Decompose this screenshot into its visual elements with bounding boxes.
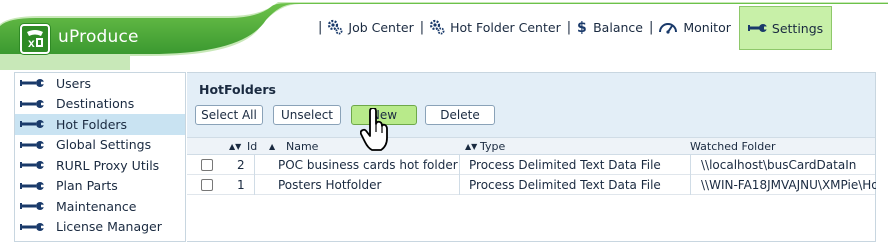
- column-header-watched-folder[interactable]: Watched Folder: [690, 140, 776, 153]
- column-header-name[interactable]: Name: [286, 140, 318, 153]
- hotfolders-panel: HotFolders Select All Unselect New Delet…: [187, 72, 876, 242]
- cell-name: POC business cards hot folder: [278, 158, 458, 172]
- sidebar-item-label: Maintenance: [56, 198, 137, 214]
- cell-watched-folder: \\localhost\busCardDataIn: [701, 158, 857, 172]
- sidebar-item-rurl-proxy-utils[interactable]: RURL Proxy Utils: [15, 155, 185, 176]
- sidebar-item-label: Users: [56, 75, 92, 91]
- nav-settings[interactable]: Settings: [738, 6, 833, 50]
- grid-header: ▲▼ Id ▲ Name ▲▼ Type Watched Folder: [187, 137, 875, 155]
- cell-type: Process Delimited Text Data File: [469, 158, 661, 172]
- wrench-icon: [20, 140, 46, 150]
- wrench-icon: [747, 21, 768, 35]
- sidebar-item-license-manager[interactable]: License Manager: [15, 217, 185, 238]
- nav-hot-folder-center[interactable]: Hot Folder Center: [429, 14, 561, 40]
- nav-balance[interactable]: $ Balance: [576, 14, 643, 40]
- sidebar-item-global-settings[interactable]: Global Settings: [15, 135, 185, 156]
- sidebar-item-maintenance[interactable]: Maintenance: [15, 196, 185, 217]
- settings-sidebar: Users Destinations Hot Folders Global Se…: [14, 72, 186, 242]
- nav-monitor[interactable]: Monitor: [658, 14, 731, 40]
- sidebar-item-label: Hot Folders: [56, 116, 128, 132]
- column-header-type[interactable]: Type: [480, 140, 505, 153]
- nav-job-center[interactable]: Job Center: [327, 14, 414, 40]
- dollar-icon: $: [576, 19, 588, 35]
- delete-button[interactable]: Delete: [425, 105, 495, 125]
- column-divider: [459, 155, 460, 175]
- nav-label: Monitor: [683, 19, 731, 35]
- sidebar-item-label: Global Settings: [56, 137, 152, 153]
- nav-separator: |: [419, 19, 425, 35]
- nav-label: Settings: [771, 20, 824, 36]
- cell-watched-folder: \\WIN-FA18JMVAJNU\XMPie\Hotf: [701, 178, 876, 192]
- wrench-icon: [20, 181, 46, 191]
- wrench-icon: [20, 201, 46, 211]
- nav-separator: |: [648, 19, 654, 35]
- nav-label: Job Center: [348, 19, 414, 35]
- svg-text:$: $: [577, 20, 587, 35]
- cell-name: Posters Hotfolder: [278, 178, 382, 192]
- select-all-button[interactable]: Select All: [195, 105, 263, 125]
- table-row[interactable]: 2 POC business cards hot folder Process …: [187, 155, 875, 175]
- gear-icon: [429, 19, 445, 35]
- column-header-id[interactable]: Id: [247, 140, 257, 153]
- row-checkbox[interactable]: [201, 159, 213, 171]
- sidebar-item-users[interactable]: Users: [15, 73, 185, 94]
- row-checkbox[interactable]: [201, 179, 213, 191]
- app-title: uProduce: [58, 27, 139, 47]
- nav-label: Hot Folder Center: [450, 19, 561, 35]
- column-divider: [459, 175, 460, 195]
- sort-asc-icon[interactable]: ▲: [269, 140, 281, 153]
- wrench-icon: [20, 160, 46, 170]
- cell-id: 1: [237, 178, 245, 192]
- column-divider: [254, 175, 255, 195]
- nav-separator: |: [566, 19, 572, 35]
- column-divider: [254, 155, 255, 175]
- unselect-button[interactable]: Unselect: [273, 105, 341, 125]
- gear-icon: [327, 19, 343, 35]
- top-navigation: | Job Center | Hot Folder Center | $ Bal…: [312, 6, 833, 50]
- panel-header: HotFolders Select All Unselect New Delet…: [187, 73, 875, 137]
- sidebar-item-label: RURL Proxy Utils: [56, 157, 160, 173]
- sidebar-item-label: Destinations: [56, 96, 135, 112]
- hand-pointer-cursor-icon: [360, 108, 388, 151]
- sidebar-item-plan-parts[interactable]: Plan Parts: [15, 176, 185, 197]
- nav-separator: |: [318, 19, 323, 35]
- column-divider: [690, 155, 691, 175]
- column-divider: [690, 175, 691, 195]
- sidebar-item-label: License Manager: [56, 219, 162, 235]
- wrench-icon: [20, 99, 46, 109]
- table-row[interactable]: 1 Posters Hotfolder Process Delimited Te…: [187, 175, 876, 195]
- panel-title: HotFolders: [199, 82, 276, 97]
- wrench-icon: [20, 222, 46, 232]
- cell-type: Process Delimited Text Data File: [469, 178, 661, 192]
- nav-label: Balance: [593, 19, 643, 35]
- sidebar-item-label: Plan Parts: [56, 178, 118, 194]
- app-header: x uProduce | Job Center | Hot Folder Cen…: [0, 0, 888, 70]
- sort-icon[interactable]: ▲▼: [229, 140, 247, 153]
- sidebar-item-destinations[interactable]: Destinations: [15, 94, 185, 115]
- logo-glyph: x: [28, 36, 35, 50]
- app-logo: x: [20, 24, 50, 54]
- cell-id: 2: [237, 158, 245, 172]
- wrench-icon: [20, 119, 46, 129]
- wrench-icon: [20, 78, 46, 88]
- sidebar-item-hot-folders[interactable]: Hot Folders: [15, 114, 185, 135]
- gauge-icon: [658, 19, 678, 35]
